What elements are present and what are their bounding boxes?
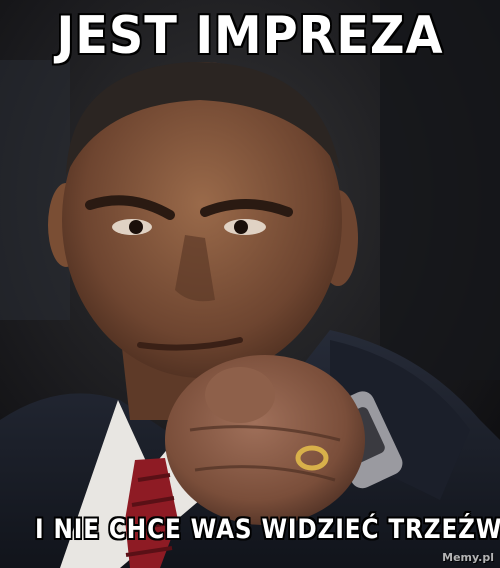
index-finger [205, 367, 275, 423]
left-pupil [129, 220, 143, 234]
photo-illustration [0, 0, 500, 568]
top-caption: JEST IMPREZA [56, 6, 444, 66]
meme-image: JEST IMPREZA I NIE CHCE WAS WIDZIEĆ TRZE… [0, 0, 500, 568]
right-pupil [234, 220, 248, 234]
bottom-caption: I NIE CHCE WAS WIDZIEĆ TRZEŹWYCH [35, 514, 500, 545]
watermark: Memy.pl [442, 551, 494, 564]
